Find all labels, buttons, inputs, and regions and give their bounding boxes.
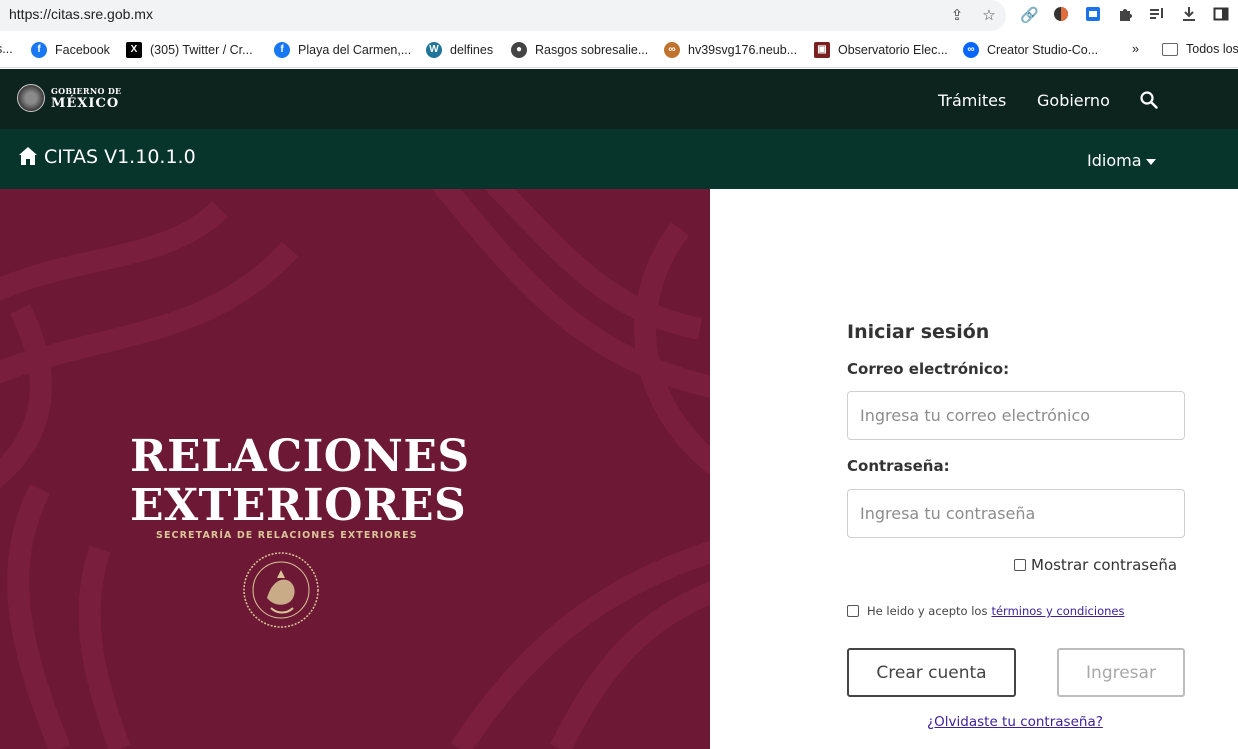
email-label: Correo electrónico:: [847, 360, 1010, 378]
national-seal-icon: [17, 84, 45, 112]
address-bar[interactable]: https://citas.sre.gob.mx: [0, 0, 1006, 31]
extension-blue-icon[interactable]: [1084, 6, 1102, 24]
terms-checkbox[interactable]: [847, 605, 859, 617]
globe-icon: ●: [511, 42, 527, 58]
facebook-icon: f: [274, 42, 290, 58]
caret-down-icon: [1145, 158, 1156, 165]
bookmark-facebook[interactable]: f Facebook: [31, 42, 110, 58]
bookmark-label: delfines: [450, 43, 494, 57]
logo-line2: MÉXICO: [51, 95, 120, 111]
home-icon[interactable]: [18, 146, 38, 166]
hero-banner: RELACIONES EXTERIORES SECRETARÍA DE RELA…: [0, 189, 710, 749]
password-field[interactable]: [847, 489, 1185, 538]
email-field[interactable]: [847, 391, 1185, 440]
terms-text: He leido y acepto los: [867, 604, 988, 618]
bookmark-label: Creator Studio-Co...: [987, 43, 1099, 57]
nav-gobierno[interactable]: Gobierno: [1037, 91, 1110, 110]
nav-tramites[interactable]: Trámites: [938, 91, 1006, 110]
bookmark-label: Todos los: [1186, 42, 1238, 56]
bookmark-creator-studio[interactable]: ∞ Creator Studio-Co...: [963, 42, 1098, 58]
side-panel-icon[interactable]: [1212, 6, 1230, 24]
login-button[interactable]: Ingresar: [1057, 648, 1185, 697]
gobierno-de-mexico-logo[interactable]: GOBIERNO DE MÉXICO: [17, 84, 121, 112]
language-label: Idioma: [1087, 151, 1142, 170]
bookmark-twitter[interactable]: X (305) Twitter / Cr...: [126, 42, 253, 58]
folder-icon: [1162, 42, 1178, 56]
extension-circle-icon[interactable]: [1052, 6, 1070, 24]
bookmark-playa-del-carmen[interactable]: f Playa del Carmen,...: [274, 42, 411, 58]
logo-line1: GOBIERNO DE: [51, 85, 122, 96]
gov-header: GOBIERNO DE MÉXICO Trámites Gobierno: [0, 69, 1238, 129]
hero-title-line1: RELACIONES: [130, 431, 470, 482]
terms-acceptance: He leido y acepto los términos y condici…: [847, 604, 1124, 618]
facebook-icon: f: [31, 42, 47, 58]
hero-title-line2: EXTERIORES: [130, 480, 467, 531]
bookmarks-bar: s... fFacebook X(305) Twitter / Cr... fP…: [0, 32, 1238, 68]
mexican-eagle-emblem-icon: [243, 552, 319, 628]
bookmark-rasgos[interactable]: ● Rasgos sobresalie...: [511, 42, 648, 58]
bookmark-hv39svg176[interactable]: ∞ hv39svg176.neub...: [664, 42, 797, 58]
create-account-button[interactable]: Crear cuenta: [847, 648, 1016, 697]
password-label: Contraseña:: [847, 457, 950, 475]
more-bookmarks-button[interactable]: »: [1132, 42, 1139, 56]
app-title[interactable]: CITAS V1.10.1.0: [44, 146, 196, 168]
bookmark-item[interactable]: s...: [0, 42, 13, 56]
bookmark-folder-all[interactable]: Todos los: [1162, 42, 1238, 56]
puzzle-icon[interactable]: [1116, 6, 1134, 24]
x-logo-icon: X: [126, 42, 142, 58]
bookmark-label: (305) Twitter / Cr...: [150, 43, 253, 57]
meta-icon: ∞: [963, 42, 979, 58]
hero-title: RELACIONES EXTERIORES: [130, 432, 470, 530]
bookmark-label: s...: [0, 42, 13, 56]
wordpress-icon: W: [426, 42, 442, 58]
share-icon[interactable]: ⇪: [948, 6, 966, 24]
address-url[interactable]: https://citas.sre.gob.mx: [9, 6, 153, 22]
bookmark-label: hv39svg176.neub...: [688, 43, 798, 57]
show-password-label: Mostrar contraseña: [1031, 556, 1178, 574]
observatorio-icon: ▣: [814, 42, 830, 58]
forgot-password-link[interactable]: ¿Olvidaste tu contraseña?: [927, 714, 1103, 730]
bookmark-observatorio[interactable]: ▣ Observatorio Elec...: [814, 42, 948, 58]
bookmark-label: Rasgos sobresalie...: [535, 43, 649, 57]
terms-link[interactable]: términos y condiciones: [991, 604, 1124, 618]
show-password-checkbox[interactable]: [1014, 559, 1026, 571]
download-icon[interactable]: [1180, 6, 1198, 24]
link-chain-icon: ∞: [664, 42, 680, 58]
browser-toolbar: https://citas.sre.gob.mx ⇪ ☆ 🔗: [0, 0, 1238, 32]
chevron-double-right-icon: »: [1132, 42, 1139, 56]
app-header: CITAS V1.10.1.0 Idioma: [0, 129, 1238, 189]
search-icon[interactable]: [1140, 91, 1158, 109]
media-queue-icon[interactable]: [1148, 6, 1166, 24]
show-password-toggle[interactable]: Mostrar contraseña: [1014, 556, 1177, 574]
hero-subtitle: SECRETARÍA DE RELACIONES EXTERIORES: [156, 530, 418, 541]
bookmark-label: Facebook: [55, 43, 110, 57]
language-dropdown[interactable]: Idioma: [1087, 151, 1156, 170]
bookmark-label: Playa del Carmen,...: [298, 43, 412, 57]
bookmark-label: Observatorio Elec...: [838, 43, 948, 57]
star-icon[interactable]: ☆: [980, 6, 998, 24]
bookmark-delfines[interactable]: Wdelfines: [426, 42, 493, 58]
login-title: Iniciar sesión: [847, 321, 990, 343]
link-extension-icon[interactable]: 🔗: [1020, 6, 1039, 24]
